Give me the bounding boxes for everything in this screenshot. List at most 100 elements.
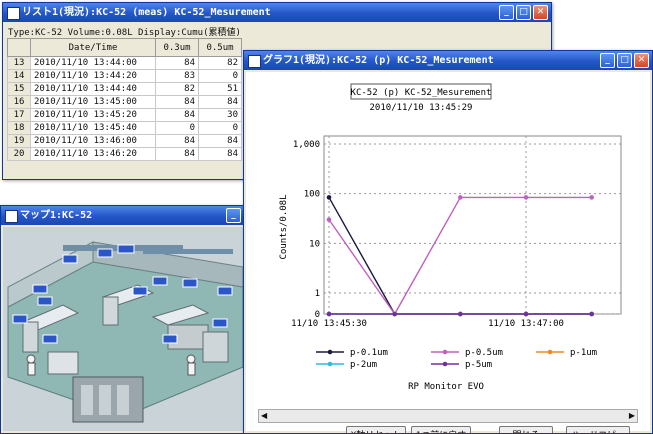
cell-count: 84 — [198, 134, 242, 148]
y-tick-label: 1,000 — [293, 140, 320, 150]
graph-close-button[interactable]: ✕ — [634, 53, 649, 68]
cell-datetime: 2010/11/10 13:44:40 — [30, 82, 156, 96]
graph-panel: KC-52 (p) KC-52_Mesurement 2010/11/10 13… — [246, 72, 650, 433]
cell-count: 84 — [155, 56, 199, 70]
reset-x-axis-button[interactable]: X軸リセット — [346, 426, 406, 433]
map-window[interactable]: マップ1:KC-52 _ — [0, 205, 264, 434]
row-number: 15 — [7, 82, 31, 96]
scroll-right-arrow-icon[interactable]: ▶ — [629, 411, 635, 420]
close-button[interactable]: ✕ — [533, 5, 548, 20]
col-0-3um[interactable]: 0.3um — [155, 38, 199, 57]
y-axis-label: Counts/0.08L — [279, 194, 289, 259]
cell-count: 84 — [155, 147, 199, 161]
col-datetime[interactable]: Date/Time — [30, 38, 156, 57]
footer-label: RP Monitor EVO — [408, 382, 484, 392]
table-row[interactable]: 16 2010/11/10 13:45:00 84 84 — [7, 95, 242, 109]
table-row[interactable]: 13 2010/11/10 13:44:00 84 82 — [7, 56, 242, 70]
table-row[interactable]: 15 2010/11/10 13:44:40 82 51 — [7, 82, 242, 96]
cell-count: 82 — [198, 56, 242, 70]
facility-map[interactable] — [3, 227, 261, 431]
cell-datetime: 2010/11/10 13:45:00 — [30, 95, 156, 109]
cell-datetime: 2010/11/10 13:45:20 — [30, 108, 156, 122]
cell-datetime: 2010/11/10 13:46:00 — [30, 134, 156, 148]
row-number: 13 — [7, 56, 31, 70]
chart-datetime: 2010/11/10 13:45:29 — [370, 103, 473, 113]
row-number: 14 — [7, 69, 31, 83]
maximize-button[interactable]: □ — [516, 5, 531, 20]
cell-datetime: 2010/11/10 13:44:00 — [30, 56, 156, 70]
list-title: リスト1(現況):KC-52 (meas) KC-52_Mesurement — [22, 7, 271, 18]
chart-title: KC-52 (p) KC-52_Mesurement — [351, 88, 492, 98]
data-point — [326, 217, 332, 222]
minimize-button[interactable]: _ — [499, 5, 514, 20]
table-row[interactable]: 17 2010/11/10 13:45:20 84 30 — [7, 108, 242, 122]
cell-count: 0 — [198, 121, 242, 135]
hardcopy-button[interactable]: ハードコピー — [566, 426, 630, 433]
data-point — [589, 195, 594, 200]
data-point — [326, 311, 332, 317]
legend-label: p-0.1um — [350, 348, 388, 358]
cell-datetime: 2010/11/10 13:44:20 — [30, 69, 156, 83]
data-point — [392, 311, 397, 317]
table-row[interactable]: 14 2010/11/10 13:44:20 83 0 — [7, 69, 242, 83]
graph-minimize-button[interactable]: _ — [600, 53, 615, 68]
table-row[interactable]: 18 2010/11/10 13:45:40 0 0 — [7, 121, 242, 135]
col-0-5um[interactable]: 0.5um — [198, 38, 242, 57]
cell-datetime: 2010/11/10 13:45:40 — [30, 121, 156, 135]
series-line-p-0.1um — [328, 197, 592, 315]
map-title: マップ1:KC-52 — [20, 210, 93, 221]
cell-count: 0 — [198, 69, 242, 83]
graph-maximize-button[interactable]: □ — [617, 53, 632, 68]
x-tick-label: 11/10 13:45:30 — [291, 319, 367, 329]
cell-count: 84 — [155, 134, 199, 148]
cell-count: 84 — [155, 95, 199, 109]
data-point — [458, 311, 463, 317]
y-tick-label: 10 — [309, 239, 320, 249]
line-chart: KC-52 (p) KC-52_Mesurement 2010/11/10 13… — [279, 83, 622, 392]
legend-marker — [442, 361, 448, 367]
row-number: 17 — [7, 108, 31, 122]
chart-icon — [248, 55, 261, 68]
cell-count: 84 — [198, 95, 242, 109]
col-rownum[interactable] — [7, 38, 31, 57]
y-tick-label: 1 — [315, 289, 320, 299]
facility-illustration — [7, 241, 244, 423]
x-tick-label: 11/10 13:47:00 — [488, 319, 564, 329]
legend-label: p-2um — [350, 360, 377, 370]
table-row[interactable]: 20 2010/11/10 13:46:20 84 84 — [7, 147, 242, 161]
legend-label: p-0.5um — [465, 348, 503, 358]
cell-count: 30 — [198, 108, 242, 122]
close-graph-button[interactable]: 閉じる — [499, 426, 553, 433]
scroll-left-arrow-icon[interactable]: ◀ — [261, 411, 267, 420]
cell-count: 83 — [155, 69, 199, 83]
graph-titlebar[interactable]: グラフ1(現況):KC-52 (p) KC-52_Mesurement _ □ … — [244, 51, 652, 70]
cell-count: 84 — [155, 108, 199, 122]
measurement-table[interactable]: Date/Time 0.3um 0.5um 13 2010/11/10 13:44… — [7, 38, 242, 161]
table-row[interactable]: 19 2010/11/10 13:46:00 84 84 — [7, 134, 242, 148]
row-number: 16 — [7, 95, 31, 109]
legend-marker — [547, 349, 553, 355]
cell-count: 82 — [155, 82, 199, 96]
list-info: Type:KC-52 Volume:0.08L Display:Cumu(累積値… — [8, 28, 241, 38]
legend-marker — [442, 349, 448, 355]
table-icon — [7, 7, 20, 20]
data-point — [326, 195, 332, 200]
back-one-button[interactable]: 1つ前に戻す — [411, 426, 471, 433]
graph-title: グラフ1(現況):KC-52 (p) KC-52_Mesurement — [263, 55, 494, 66]
cell-count: 51 — [198, 82, 242, 96]
data-point — [589, 311, 594, 317]
map-minimize-button[interactable]: _ — [226, 208, 241, 223]
map-icon — [5, 210, 18, 223]
legend-marker — [327, 349, 333, 355]
data-point — [523, 311, 529, 317]
legend-label: p-1um — [570, 348, 597, 358]
cell-datetime: 2010/11/10 13:46:20 — [30, 147, 156, 161]
y-tick-label: 100 — [304, 190, 320, 200]
chart-legend: p-0.1um p-0.5um p-1um p-2um p-5um — [316, 348, 597, 370]
cell-count: 0 — [155, 121, 199, 135]
map-titlebar[interactable]: マップ1:KC-52 _ — [1, 206, 263, 225]
list-titlebar[interactable]: リスト1(現況):KC-52 (meas) KC-52_Mesurement _… — [3, 3, 551, 22]
graph-window[interactable]: グラフ1(現況):KC-52 (p) KC-52_Mesurement _ □ … — [243, 50, 653, 434]
horizontal-scrollbar[interactable]: ◀ ▶ — [258, 409, 638, 423]
cell-count: 84 — [198, 147, 242, 161]
